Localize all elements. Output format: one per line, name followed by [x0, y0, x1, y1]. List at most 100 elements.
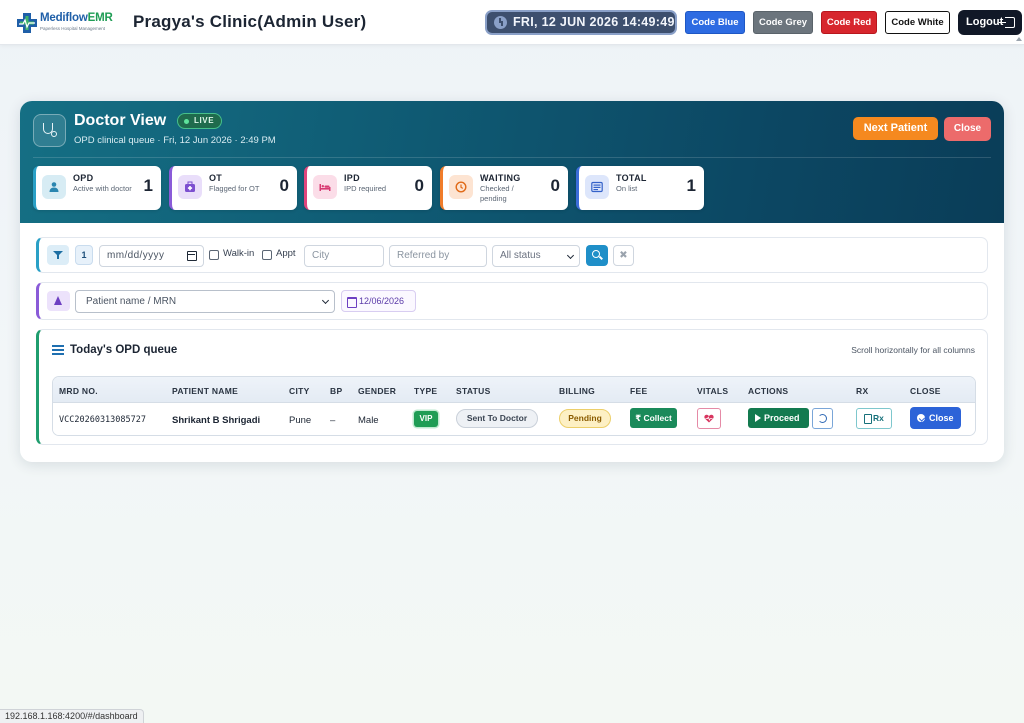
- stat-label: WAITING: [480, 173, 521, 183]
- status-filter-select[interactable]: All status: [492, 245, 580, 267]
- table-row[interactable]: VCC20260313085727 Shrikant B Shrigadi Pu…: [53, 403, 975, 435]
- mediflow-logo[interactable]: MediflowEMR Paperless Hospital Managemen…: [15, 11, 115, 35]
- col-city: CITY: [289, 386, 310, 396]
- col-vitals: VITALS: [697, 386, 729, 396]
- type-badge: VIP: [414, 411, 438, 427]
- cell-bp: –: [330, 415, 336, 426]
- medical-cross-logo-icon: [17, 13, 37, 33]
- stat-value: 0: [550, 176, 560, 195]
- stat-card-opd[interactable]: OPD Active with doctor 1: [33, 166, 161, 210]
- stat-card-total[interactable]: TOTAL On list 1: [576, 166, 704, 210]
- opd-queue-card: Today's OPD queue Scroll horizontally fo…: [36, 329, 988, 445]
- col-actions: ACTIONS: [748, 386, 789, 396]
- stat-value: 0: [414, 176, 424, 195]
- next-patient-button[interactable]: Next Patient: [853, 117, 938, 140]
- cell-patient-name[interactable]: Shrikant B Shrigadi: [172, 415, 260, 426]
- active-filter-count: 1: [75, 245, 93, 265]
- doctor-view-header: Doctor View LIVE OPD clinical queue · Fr…: [20, 101, 1004, 223]
- col-billing: BILLING: [559, 386, 596, 396]
- stat-value: 1: [686, 176, 696, 195]
- col-close: CLOSE: [910, 386, 941, 396]
- clinic-title: Pragya's Clinic(Admin User): [133, 12, 367, 31]
- medical-kit-icon: [178, 175, 202, 199]
- queue-filter-bar: 1 mm/dd/yyyy Walk-in Appt City Referred …: [36, 237, 988, 273]
- stat-card-ipd[interactable]: IPD IPD required 0: [304, 166, 432, 210]
- stat-desc: Checked / pending: [480, 184, 514, 203]
- datetime-display: FRI, 12 JUN 2026 14:49:49: [485, 10, 677, 35]
- filter-funnel-icon[interactable]: [47, 245, 69, 265]
- list-icon: [52, 345, 64, 355]
- col-patient-name: PATIENT NAME: [172, 386, 239, 396]
- browser-status-url: 192.168.1.168:4200/#/dashboard: [0, 709, 144, 723]
- patient-date-badge[interactable]: 12/06/2026: [341, 290, 416, 312]
- clock-icon: [494, 16, 507, 29]
- date-placeholder: mm/dd/yyyy: [107, 250, 165, 261]
- code-blue-button[interactable]: Code Blue: [685, 11, 745, 34]
- col-mrd: MRD NO.: [59, 386, 98, 396]
- stat-desc: Active with doctor: [73, 184, 132, 193]
- patient-road-icon: [47, 291, 70, 311]
- revert-history-icon[interactable]: [812, 408, 833, 429]
- close-view-button[interactable]: Close: [944, 117, 991, 141]
- col-rx: RX: [856, 386, 869, 396]
- doctor-view-card: Doctor View LIVE OPD clinical queue · Fr…: [20, 101, 1004, 462]
- col-type: TYPE: [414, 386, 438, 396]
- queue-title: Today's OPD queue: [70, 344, 178, 356]
- page-subtitle: OPD clinical queue · Fri, 12 Jun 2026 · …: [74, 135, 276, 146]
- logout-icon: [999, 17, 1015, 28]
- date-filter-input[interactable]: mm/dd/yyyy: [99, 245, 204, 267]
- chevron-down-icon: [566, 251, 575, 260]
- stat-desc: IPD required: [344, 184, 387, 193]
- search-icon[interactable]: [586, 245, 608, 266]
- heart-pulse-icon: [704, 414, 714, 423]
- code-white-button[interactable]: Code White: [885, 11, 950, 34]
- divider: [33, 157, 991, 158]
- close-visit-button[interactable]: Close: [910, 407, 961, 429]
- collect-fee-button[interactable]: ₹ Collect: [630, 408, 677, 428]
- status-selected: All status: [500, 250, 541, 261]
- col-fee: FEE: [630, 386, 648, 396]
- logo-text: MediflowEMR: [40, 12, 113, 24]
- stat-label: IPD: [344, 173, 360, 183]
- stat-label: OT: [209, 173, 223, 183]
- scrollbar-up-arrow[interactable]: [1016, 37, 1022, 41]
- queue-table[interactable]: MRD NO. PATIENT NAME CITY BP GENDER TYPE…: [52, 376, 976, 436]
- city-filter-input[interactable]: City: [304, 245, 384, 267]
- table-header: MRD NO. PATIENT NAME CITY BP GENDER TYPE…: [53, 377, 975, 403]
- vitals-button[interactable]: [697, 408, 721, 429]
- chevron-down-icon: [321, 296, 330, 305]
- stat-label: OPD: [73, 173, 94, 183]
- code-grey-button[interactable]: Code Grey: [753, 11, 813, 34]
- top-navbar: MediflowEMR Paperless Hospital Managemen…: [0, 0, 1024, 45]
- col-bp: BP: [330, 386, 343, 396]
- patient-select-placeholder: Patient name / MRN: [86, 296, 177, 307]
- referred-by-input[interactable]: Referred by: [389, 245, 487, 267]
- logout-button[interactable]: Logout: [958, 10, 1022, 35]
- appt-label: Appt: [276, 248, 296, 259]
- page-title: Doctor View: [74, 112, 167, 129]
- cell-city: Pune: [289, 415, 312, 426]
- stat-value: 0: [279, 176, 289, 195]
- stat-desc: On list: [616, 184, 638, 193]
- calendar-icon[interactable]: [187, 251, 197, 261]
- bed-icon: [313, 175, 337, 199]
- patient-select[interactable]: Patient name / MRN: [75, 290, 335, 313]
- stethoscope-icon: [33, 114, 66, 147]
- stat-card-waiting[interactable]: WAITING Checked / pending 0: [440, 166, 568, 210]
- stat-label: TOTAL: [616, 173, 647, 183]
- prescription-button[interactable]: Rx: [856, 408, 892, 429]
- proceed-button[interactable]: Proceed: [748, 408, 809, 428]
- walkin-checkbox[interactable]: [209, 250, 219, 260]
- patient-picker-bar: Patient name / MRN 12/06/2026: [36, 282, 988, 320]
- col-gender: GENDER: [358, 386, 397, 396]
- datetime-text: FRI, 12 JUN 2026 14:49:49: [513, 15, 675, 29]
- status-badge: Sent To Doctor: [456, 409, 538, 428]
- live-badge: LIVE: [177, 113, 223, 129]
- user-md-icon: [42, 175, 66, 199]
- code-red-button[interactable]: Code Red: [821, 11, 877, 34]
- clock-icon: [449, 175, 473, 199]
- clear-filters-button[interactable]: ✖: [613, 245, 634, 266]
- stat-card-ot[interactable]: OT Flagged for OT 0: [169, 166, 297, 210]
- appt-checkbox[interactable]: [262, 250, 272, 260]
- stat-desc: Flagged for OT: [209, 184, 260, 193]
